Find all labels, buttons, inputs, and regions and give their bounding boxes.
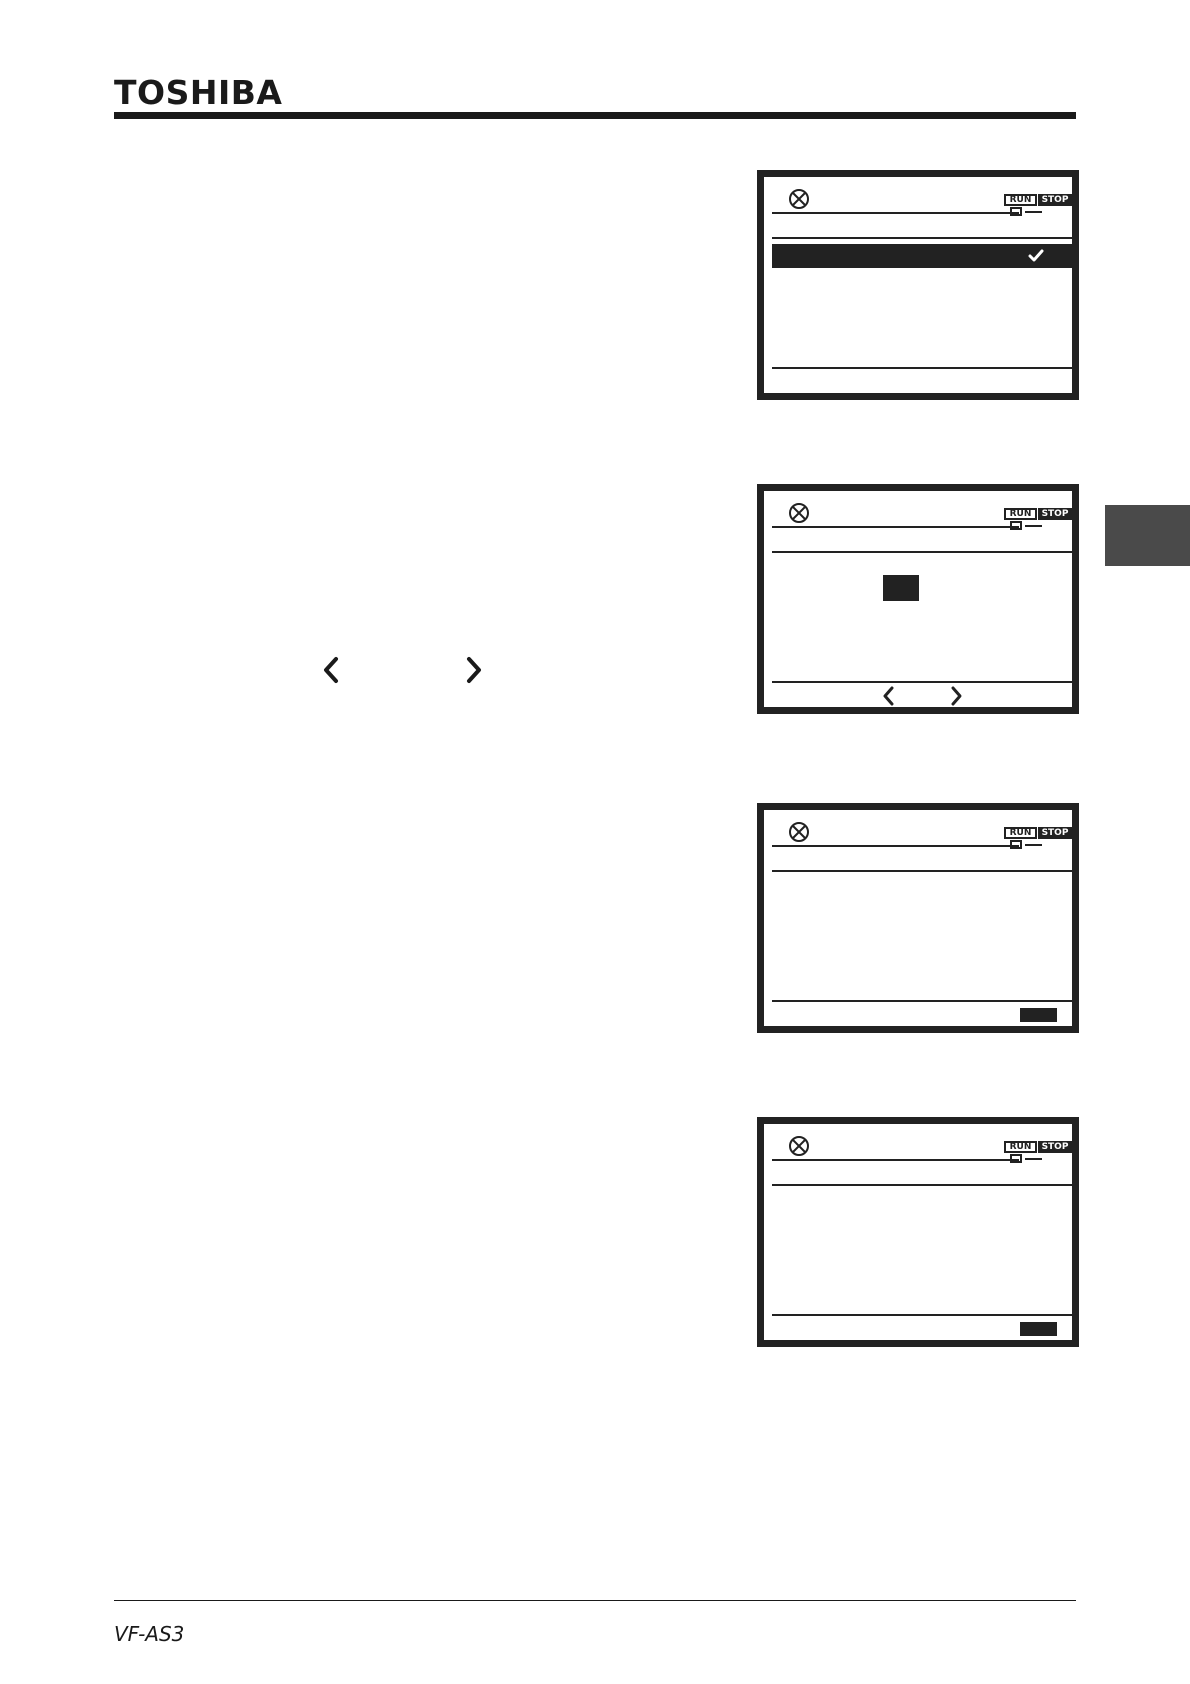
connection-line	[1025, 844, 1042, 846]
title-underline	[772, 212, 1019, 214]
footer-separator	[772, 367, 1074, 369]
alarm-circle-icon	[788, 1135, 810, 1157]
function-key[interactable]	[1020, 1008, 1057, 1022]
check-icon	[1027, 247, 1045, 265]
section-tab-marker	[1105, 505, 1190, 566]
run-indicator: RUN	[1004, 508, 1037, 520]
stop-indicator: STOP	[1038, 827, 1072, 839]
lcd-screen-2: RUN STOP	[757, 484, 1079, 714]
header-separator	[772, 870, 1074, 872]
connection-line	[1025, 211, 1042, 213]
footer-rule	[114, 1600, 1076, 1601]
title-underline	[772, 526, 1019, 528]
header-separator	[772, 237, 1074, 239]
footer-separator	[772, 1314, 1074, 1316]
alarm-circle-icon	[788, 188, 810, 210]
title-underline	[772, 845, 1019, 847]
lcd-screen-1: RUN STOP	[757, 170, 1079, 400]
function-key[interactable]	[1020, 1322, 1057, 1336]
footer-separator	[772, 1000, 1074, 1002]
stop-indicator: STOP	[1038, 1141, 1072, 1153]
header-separator	[772, 551, 1074, 553]
run-indicator: RUN	[1004, 1141, 1037, 1153]
chevron-right-icon	[463, 655, 485, 685]
stop-indicator: STOP	[1038, 508, 1072, 520]
connection-icon	[1010, 1154, 1022, 1163]
run-indicator: RUN	[1004, 827, 1037, 839]
lcd-screen-3: RUN STOP	[757, 803, 1079, 1033]
chevron-left-icon[interactable]	[881, 685, 895, 707]
chevron-left-icon	[320, 655, 342, 685]
title-underline	[772, 1159, 1019, 1161]
edit-cursor[interactable]	[883, 575, 919, 601]
stop-indicator: STOP	[1038, 194, 1072, 206]
header-rule	[114, 112, 1076, 119]
connection-line	[1025, 525, 1042, 527]
alarm-circle-icon	[788, 821, 810, 843]
header-separator	[772, 1184, 1074, 1186]
lcd-screen-4: RUN STOP	[757, 1117, 1079, 1347]
alarm-circle-icon	[788, 502, 810, 524]
connection-icon	[1010, 840, 1022, 849]
model-name: VF-AS3	[114, 1622, 185, 1646]
selected-row[interactable]	[772, 244, 1075, 268]
connection-icon	[1010, 521, 1022, 530]
connection-line	[1025, 1158, 1042, 1160]
connection-icon	[1010, 207, 1022, 216]
brand-logo: TOSHIBA	[114, 73, 283, 112]
run-indicator: RUN	[1004, 194, 1037, 206]
chevron-right-icon[interactable]	[950, 685, 964, 707]
footer-separator	[772, 681, 1074, 683]
